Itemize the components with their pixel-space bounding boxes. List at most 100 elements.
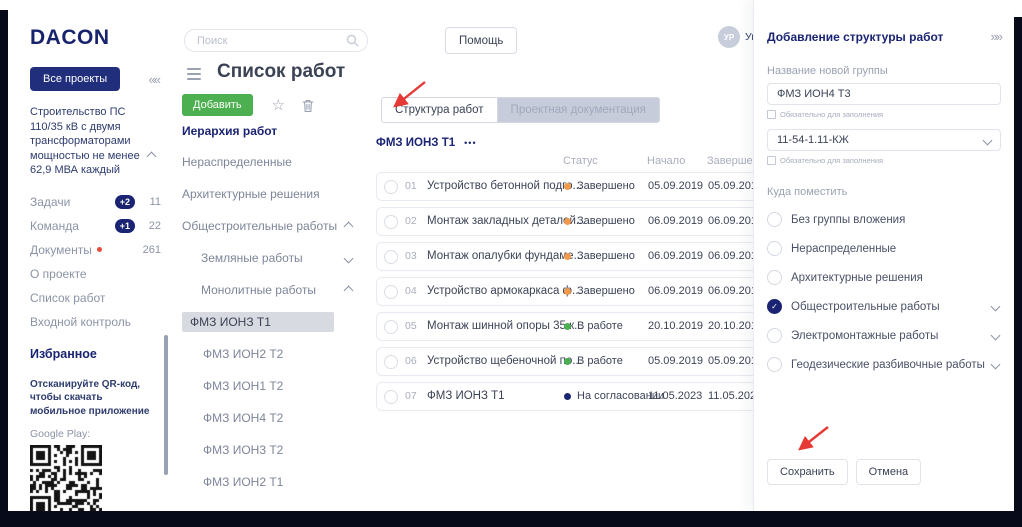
tree-item[interactable]: ФМЗ ИОНЗ Т1 bbox=[182, 312, 334, 332]
start-date: 11.05.2023 bbox=[648, 390, 702, 402]
start-date: 06.09.2019 bbox=[648, 250, 703, 262]
cancel-button[interactable]: Отмена bbox=[856, 459, 921, 485]
help-button[interactable]: Помощь bbox=[445, 27, 517, 54]
sidebar-collapse-icon[interactable]: «« bbox=[149, 72, 159, 87]
row-checkbox[interactable] bbox=[384, 180, 398, 194]
status-dot bbox=[564, 393, 571, 400]
tree-item-label: ФМЗ ИОН2 Т1 bbox=[203, 475, 283, 489]
annotation-arrow-save bbox=[784, 423, 836, 459]
placement-option[interactable]: Электромонтажные работы bbox=[767, 328, 1001, 343]
search-input[interactable] bbox=[195, 34, 346, 48]
status-dot bbox=[564, 358, 571, 365]
radio-button[interactable] bbox=[767, 270, 782, 285]
required-checkbox[interactable] bbox=[767, 110, 776, 119]
table-row[interactable]: 03Монтаж опалубки фундаме...Завершено06.… bbox=[376, 242, 753, 271]
sidebar-menu-item[interactable]: Список работ bbox=[8, 286, 169, 310]
app-window: DACON Все проекты «« Строительство ПС 11… bbox=[0, 0, 1022, 527]
project-title: Строительство ПС 110/35 кВ с двумя транс… bbox=[30, 105, 148, 178]
star-icon[interactable]: ☆ bbox=[272, 98, 285, 113]
all-projects-button[interactable]: Все проекты bbox=[30, 67, 120, 91]
tree-item[interactable]: Монолитные работы bbox=[182, 280, 354, 300]
radio-button[interactable] bbox=[767, 241, 782, 256]
radio-button[interactable]: ✓ bbox=[767, 299, 782, 314]
sidebar-menu-item[interactable]: Задачи+211 bbox=[8, 190, 169, 214]
radio-button[interactable] bbox=[767, 212, 782, 227]
add-button[interactable]: Добавить bbox=[182, 94, 253, 116]
menu-item-label: Задачи bbox=[30, 195, 70, 209]
table-row[interactable]: 05Монтаж шинной опоры 35 к...В работе20.… bbox=[376, 312, 753, 341]
tree-item-label: ФМЗ ИОН4 Т2 bbox=[203, 411, 283, 425]
tree-item[interactable]: Нераспределенные bbox=[182, 152, 354, 172]
menu-count: 261 bbox=[143, 244, 161, 256]
group-menu-icon[interactable]: ••• bbox=[464, 138, 476, 148]
chevron-down-icon[interactable] bbox=[991, 360, 1001, 370]
tree-item[interactable]: ФМЗ ИОН1 Т2 bbox=[182, 376, 354, 396]
tree-item[interactable]: ФМЗ ИОН3 Т2 bbox=[182, 440, 354, 460]
dacon-logo: DACON bbox=[30, 26, 169, 50]
sidebar-menu-item[interactable]: Входной контроль bbox=[8, 310, 169, 334]
chevron-down-icon[interactable] bbox=[991, 302, 1001, 312]
row-checkbox[interactable] bbox=[384, 390, 398, 404]
radio-button[interactable] bbox=[767, 357, 782, 372]
status-badge: Завершено bbox=[564, 250, 635, 262]
sidebar-scrollbar[interactable] bbox=[164, 335, 168, 475]
row-checkbox[interactable] bbox=[384, 320, 398, 334]
required-hint: Обязательно для заполнения bbox=[780, 156, 883, 165]
sidebar-menu-item[interactable]: Документы261 bbox=[8, 238, 169, 262]
tree-item-label: Земляные работы bbox=[201, 251, 303, 265]
panel-collapse-icon[interactable]: »» bbox=[991, 29, 1001, 44]
placement-option[interactable]: ✓Общестроительные работы bbox=[767, 299, 1001, 314]
option-label: Геодезические разбивочные работы bbox=[791, 359, 985, 371]
code-select[interactable]: 11-54-1.11-КЖ bbox=[767, 129, 1001, 151]
avatar[interactable]: УР bbox=[718, 26, 740, 48]
chevron-up-icon[interactable] bbox=[344, 286, 354, 296]
table-row[interactable]: 07ФМЗ ИОНЗ Т1На согласовании11.05.202311… bbox=[376, 382, 753, 411]
sidebar-item-favorites[interactable]: Избранное bbox=[8, 342, 169, 366]
row-number: 05 bbox=[405, 320, 417, 332]
radio-button[interactable] bbox=[767, 328, 782, 343]
placement-option[interactable]: Геодезические разбивочные работы bbox=[767, 357, 1001, 372]
sidebar-menu-item[interactable]: О проекте bbox=[8, 262, 169, 286]
placement-option[interactable]: Без группы вложения bbox=[767, 212, 1001, 227]
start-date: 05.09.2019 bbox=[648, 180, 703, 192]
tree-item[interactable]: ФМЗ ИОН2 Т2 bbox=[182, 344, 354, 364]
row-checkbox[interactable] bbox=[384, 285, 398, 299]
status-badge: Завершено bbox=[564, 180, 635, 192]
save-button[interactable]: Сохранить bbox=[767, 459, 848, 485]
placement-option[interactable]: Нераспределенные bbox=[767, 241, 1001, 256]
tree-item[interactable]: Земляные работы bbox=[182, 248, 354, 268]
table-row[interactable]: 06Устройство щебеночной по...В работе05.… bbox=[376, 347, 753, 376]
placement-option[interactable]: Архитектурные решения bbox=[767, 270, 1001, 285]
status-dot bbox=[564, 253, 571, 260]
start-date: 06.09.2019 bbox=[648, 285, 703, 297]
tree-item-label: ФМЗ ИОН2 Т2 bbox=[203, 347, 283, 361]
tree-item[interactable]: Архитектурные решения bbox=[182, 184, 354, 204]
google-play-label: Google Play: bbox=[30, 428, 169, 440]
group-name-input[interactable]: ФМЗ ИОН4 Т3 bbox=[767, 83, 1001, 105]
menu-icon[interactable] bbox=[187, 68, 201, 83]
chevron-down-icon[interactable] bbox=[991, 331, 1001, 341]
start-date: 05.09.2019 bbox=[648, 355, 703, 367]
table-row[interactable]: 02Монтаж закладных деталей...Завершено06… bbox=[376, 207, 753, 236]
search-field[interactable] bbox=[184, 29, 368, 52]
chevron-up-icon[interactable] bbox=[344, 222, 354, 232]
end-date: 20.10.2019 bbox=[708, 320, 753, 332]
sidebar-menu-item[interactable]: Команда+122 bbox=[8, 214, 169, 238]
status-dot bbox=[564, 323, 571, 330]
tree-item[interactable]: ФМЗ ИОН2 Т1 bbox=[182, 472, 354, 492]
notification-dot bbox=[97, 247, 102, 252]
row-checkbox[interactable] bbox=[384, 215, 398, 229]
required-checkbox[interactable] bbox=[767, 156, 776, 165]
tab[interactable]: Проектная документация bbox=[498, 98, 659, 122]
chevron-up-icon[interactable] bbox=[147, 152, 157, 162]
trash-icon[interactable] bbox=[301, 98, 315, 113]
row-checkbox[interactable] bbox=[384, 250, 398, 264]
user-menu[interactable]: УР Ум bbox=[718, 26, 753, 48]
table-row[interactable]: 01Устройство бетонной подго...Завершено0… bbox=[376, 172, 753, 201]
tab[interactable]: Структура работ bbox=[382, 98, 498, 122]
chevron-down-icon[interactable] bbox=[344, 254, 354, 264]
row-checkbox[interactable] bbox=[384, 355, 398, 369]
tree-item[interactable]: Общестроительные работы bbox=[182, 216, 354, 236]
table-row[interactable]: 04Устройство армокаркаса ф...Завершено06… bbox=[376, 277, 753, 306]
tree-item[interactable]: ФМЗ ИОН4 Т2 bbox=[182, 408, 354, 428]
